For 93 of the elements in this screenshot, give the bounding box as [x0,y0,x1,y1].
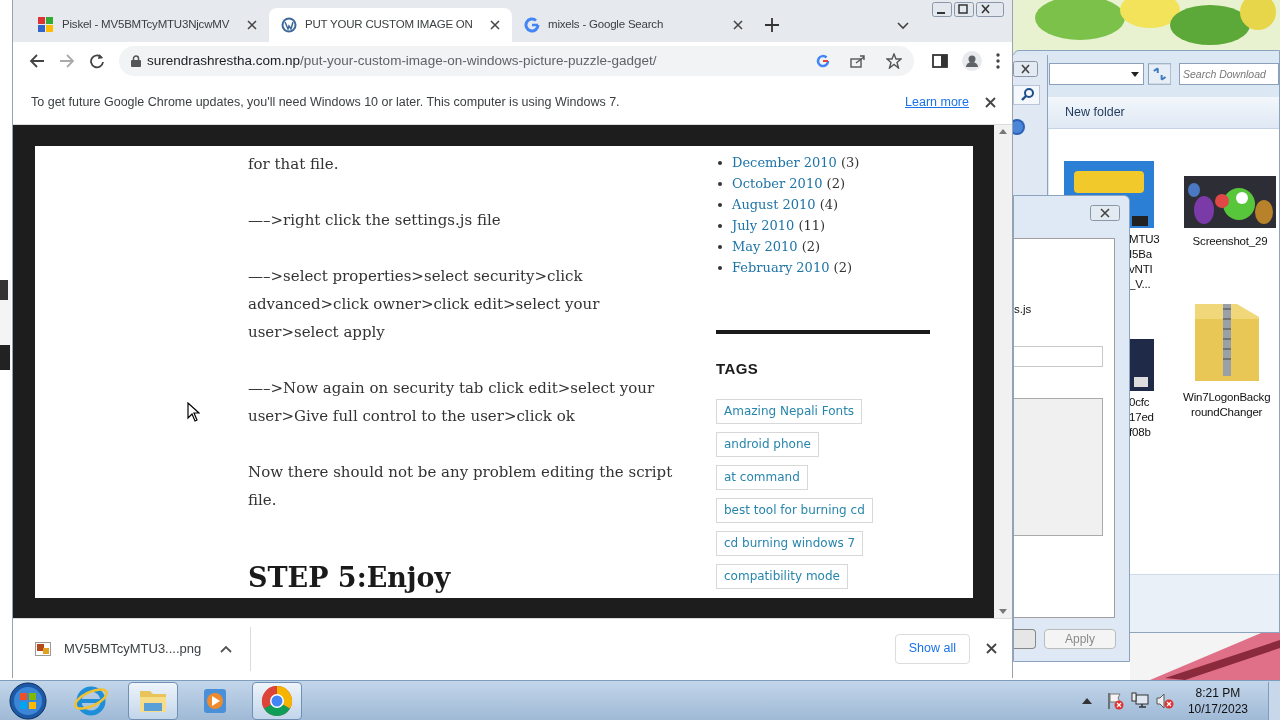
scroll-down-icon[interactable] [999,609,1007,614]
archive-entry: August 2010 (4) [732,195,839,214]
section-heading: TAGS [716,359,760,379]
address-field[interactable] [1049,63,1144,85]
file-label[interactable]: f08b [1129,425,1151,440]
close-icon[interactable] [986,643,997,654]
close-icon[interactable] [490,20,500,30]
close-icon[interactable] [985,96,996,108]
download-item[interactable]: MV5BMTcyMTU3....png [35,626,251,671]
infobar-message: To get future Google Chrome updates, you'll need Windows 10 or later. This computer is using Windows 7. [31,93,620,111]
archive-entry: February 2010 (2) [732,258,852,277]
file-label[interactable]: _V... [1129,277,1151,292]
muted-speaker-icon[interactable] [1155,691,1174,710]
list-bullet [718,265,722,270]
chevron-down-icon[interactable] [897,22,909,30]
close-icon[interactable] [1013,61,1038,77]
show-all-button[interactable]: Show all [894,633,970,664]
address-bar[interactable]: surendrashrestha.com.np/put-your-custom-image-on-windows-picture-puzzle-gadget/ [119,46,914,76]
paragraph: —–>Now again on security tab click edit>select your user>Give full control to the user>click ok [248,378,656,427]
search-field[interactable]: Search Download [1179,63,1279,85]
flag-icon[interactable] [1105,691,1124,710]
file-label[interactable]: 17ed [1129,410,1154,425]
list-bullet [718,202,722,207]
download-filename: MV5BMTcyMTU3....png [64,639,203,658]
g-logo-icon[interactable] [816,54,830,68]
archive-entry: July 2010 (11) [732,216,826,235]
text-field[interactable] [1014,346,1103,368]
file-label[interactable]: roundChanger [1191,405,1263,420]
dialog-button[interactable] [1014,629,1036,649]
share-icon[interactable] [850,54,866,68]
close-icon[interactable] [976,2,1004,17]
browser-tab[interactable]: mixels - Google Search [512,8,755,42]
list-bullet [718,181,722,186]
search-icon[interactable] [1013,85,1040,105]
taskbar-button[interactable] [128,681,178,720]
maximize-icon[interactable] [954,2,974,17]
paragraph: for that file. [248,154,340,175]
archive-entry: October 2010 (2) [732,174,845,193]
browser-tab[interactable]: Piskel - MV5BMTcyMTU3NjcwMV [26,8,269,42]
file-label[interactable]: Screenshot_29 [1192,234,1268,249]
chevron-up-icon[interactable] [220,644,232,653]
grid-icon [38,17,54,33]
back-icon[interactable] [29,53,45,69]
minimize-icon[interactable] [932,2,952,17]
reload-icon[interactable] [89,53,105,69]
new-tab-icon[interactable] [765,18,779,32]
paragraph: Now there should not be any problem editing the script file. [248,462,674,511]
cursor-icon [187,402,200,422]
paragraph: —–>right click the settings.js file [248,210,502,231]
taskbar-button[interactable] [252,681,302,720]
profile-icon[interactable] [962,51,982,71]
archive-entry: December 2010 (3) [732,153,860,172]
learn-more-link[interactable]: Learn more [905,92,969,112]
file-label[interactable]: Win7LogonBackg [1183,390,1271,405]
menu-icon[interactable] [996,53,1000,69]
tag-link[interactable]: compatibility mode [716,563,848,589]
wordpress-logo-icon [281,17,297,33]
lock-icon [131,55,141,67]
tag-link[interactable]: Amazing Nepali Fonts [716,398,863,424]
new-folder-button[interactable]: New folder [1065,103,1125,122]
file-label[interactable]: I5Ba [1129,247,1152,262]
network-icon[interactable] [1130,691,1149,710]
tag-link[interactable]: at command [716,464,808,490]
scrollbar[interactable] [994,125,1012,618]
file-label[interactable]: vNTI [1129,262,1153,277]
close-icon[interactable] [247,20,257,30]
refresh-icon[interactable] [1147,63,1171,85]
file-label[interactable]: MTU3 [1129,232,1160,247]
clock-time: 8:21 PM [1195,684,1241,701]
dropdown-arrow-icon[interactable] [1130,71,1139,77]
file-name-text: s.js [1014,302,1032,317]
list-bullet [718,244,722,249]
tag-link[interactable]: android phone [716,431,819,457]
list-bullet [718,223,722,228]
start-orb-icon[interactable] [8,680,48,720]
clock-date: 10/17/2023 [1187,700,1248,717]
tray-arrow-icon[interactable] [1081,697,1092,704]
scroll-up-icon[interactable] [999,129,1007,134]
close-icon[interactable] [733,20,743,30]
url-text: surendrashrestha.com.np/put-your-custom-image-on-windows-picture-puzzle-gadget/ [147,51,657,70]
paragraph: —–>select properties>select security>click advanced>click owner>click edit>select your user>select apply [248,266,601,343]
image-file-icon [35,641,51,656]
browser-tab[interactable]: PUT YOUR CUSTOM IMAGE ON [269,8,512,42]
file-label[interactable]: 0cfc [1129,395,1150,410]
archive-entry: May 2010 (2) [732,237,821,256]
list-bullet [718,160,722,165]
side-panel-icon[interactable] [932,53,948,69]
tag-link[interactable]: cd burning windows 7 [716,530,864,556]
close-icon[interactable] [1090,205,1120,221]
tag-link[interactable]: best tool for burning cd [716,497,873,523]
g-logo-icon [524,17,540,33]
step-heading: STEP 5:Enjoy [248,562,452,594]
star-icon[interactable] [886,53,902,69]
